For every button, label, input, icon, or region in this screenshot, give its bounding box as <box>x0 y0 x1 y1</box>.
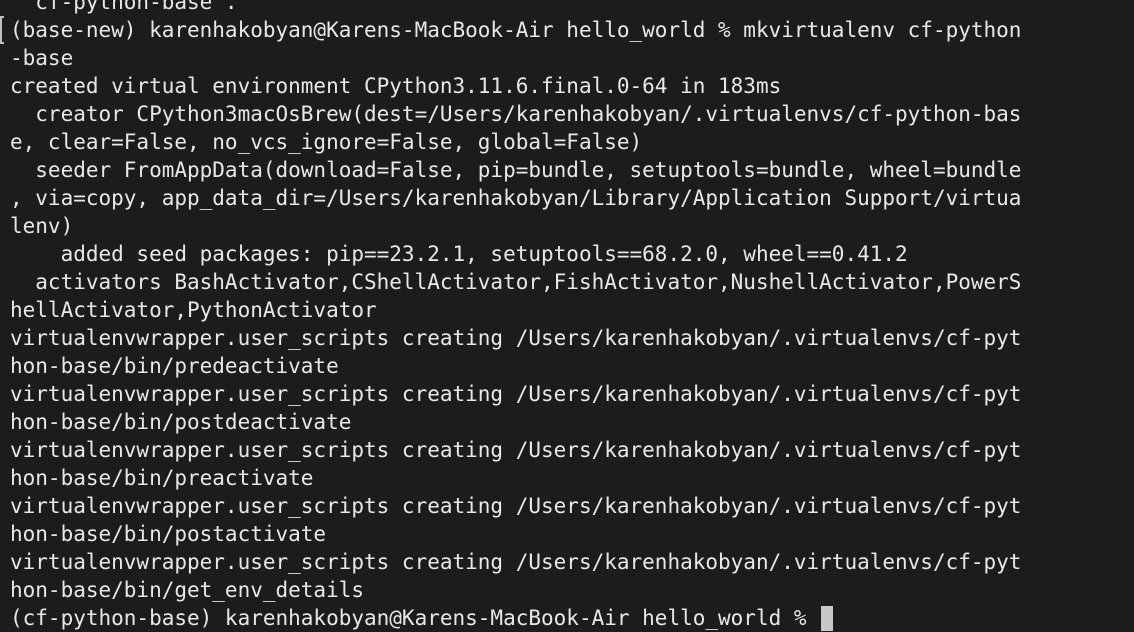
shell-prompt: (cf-python-base) karenhakobyan@Karens-Ma… <box>10 606 820 630</box>
output-line: seeder FromAppData(download=False, pip=b… <box>10 158 1022 182</box>
command-line: (base-new) karenhakobyan@Karens-MacBook-… <box>10 18 1022 42</box>
output-line: added seed packages: pip==23.2.1, setupt… <box>10 242 908 266</box>
output-line: virtualenvwrapper.user_scripts creating … <box>10 550 1022 574</box>
prompt-line[interactable]: (cf-python-base) karenhakobyan@Karens-Ma… <box>10 604 1134 632</box>
output-line: virtualenvwrapper.user_scripts creating … <box>10 326 1022 350</box>
output-line: virtualenvwrapper.user_scripts creating … <box>10 438 1022 462</box>
output-line: creator CPython3macOsBrew(dest=/Users/ka… <box>10 102 1022 126</box>
output-line: hon-base/bin/predeactivate <box>10 354 339 378</box>
terminal-window[interactable]: cf-python-base . (base-new) karenhakobya… <box>0 0 1134 632</box>
output-line: -base <box>10 46 74 70</box>
output-line: hon-base/bin/postdeactivate <box>10 410 352 434</box>
output-line: activators BashActivator,CShellActivator… <box>10 270 1022 294</box>
output-line: hon-base/bin/get_env_details <box>10 578 365 602</box>
output-line: created virtual environment CPython3.11.… <box>10 74 782 98</box>
output-line: hon-base/bin/preactivate <box>10 466 314 490</box>
terminal-output: cf-python-base . (base-new) karenhakobya… <box>10 0 1134 632</box>
output-line: cf-python-base . <box>10 0 238 14</box>
output-line: hellActivator,PythonActivator <box>10 298 377 322</box>
text-cursor <box>821 606 834 631</box>
output-line: e, clear=False, no_vcs_ignore=False, glo… <box>10 130 643 154</box>
output-line: lenv) <box>10 214 74 238</box>
output-line: , via=copy, app_data_dir=/Users/karenhak… <box>10 186 1022 210</box>
output-line: virtualenvwrapper.user_scripts creating … <box>10 382 1022 406</box>
output-line: virtualenvwrapper.user_scripts creating … <box>10 494 1022 518</box>
output-line: hon-base/bin/postactivate <box>10 522 327 546</box>
command-mark <box>0 16 4 44</box>
